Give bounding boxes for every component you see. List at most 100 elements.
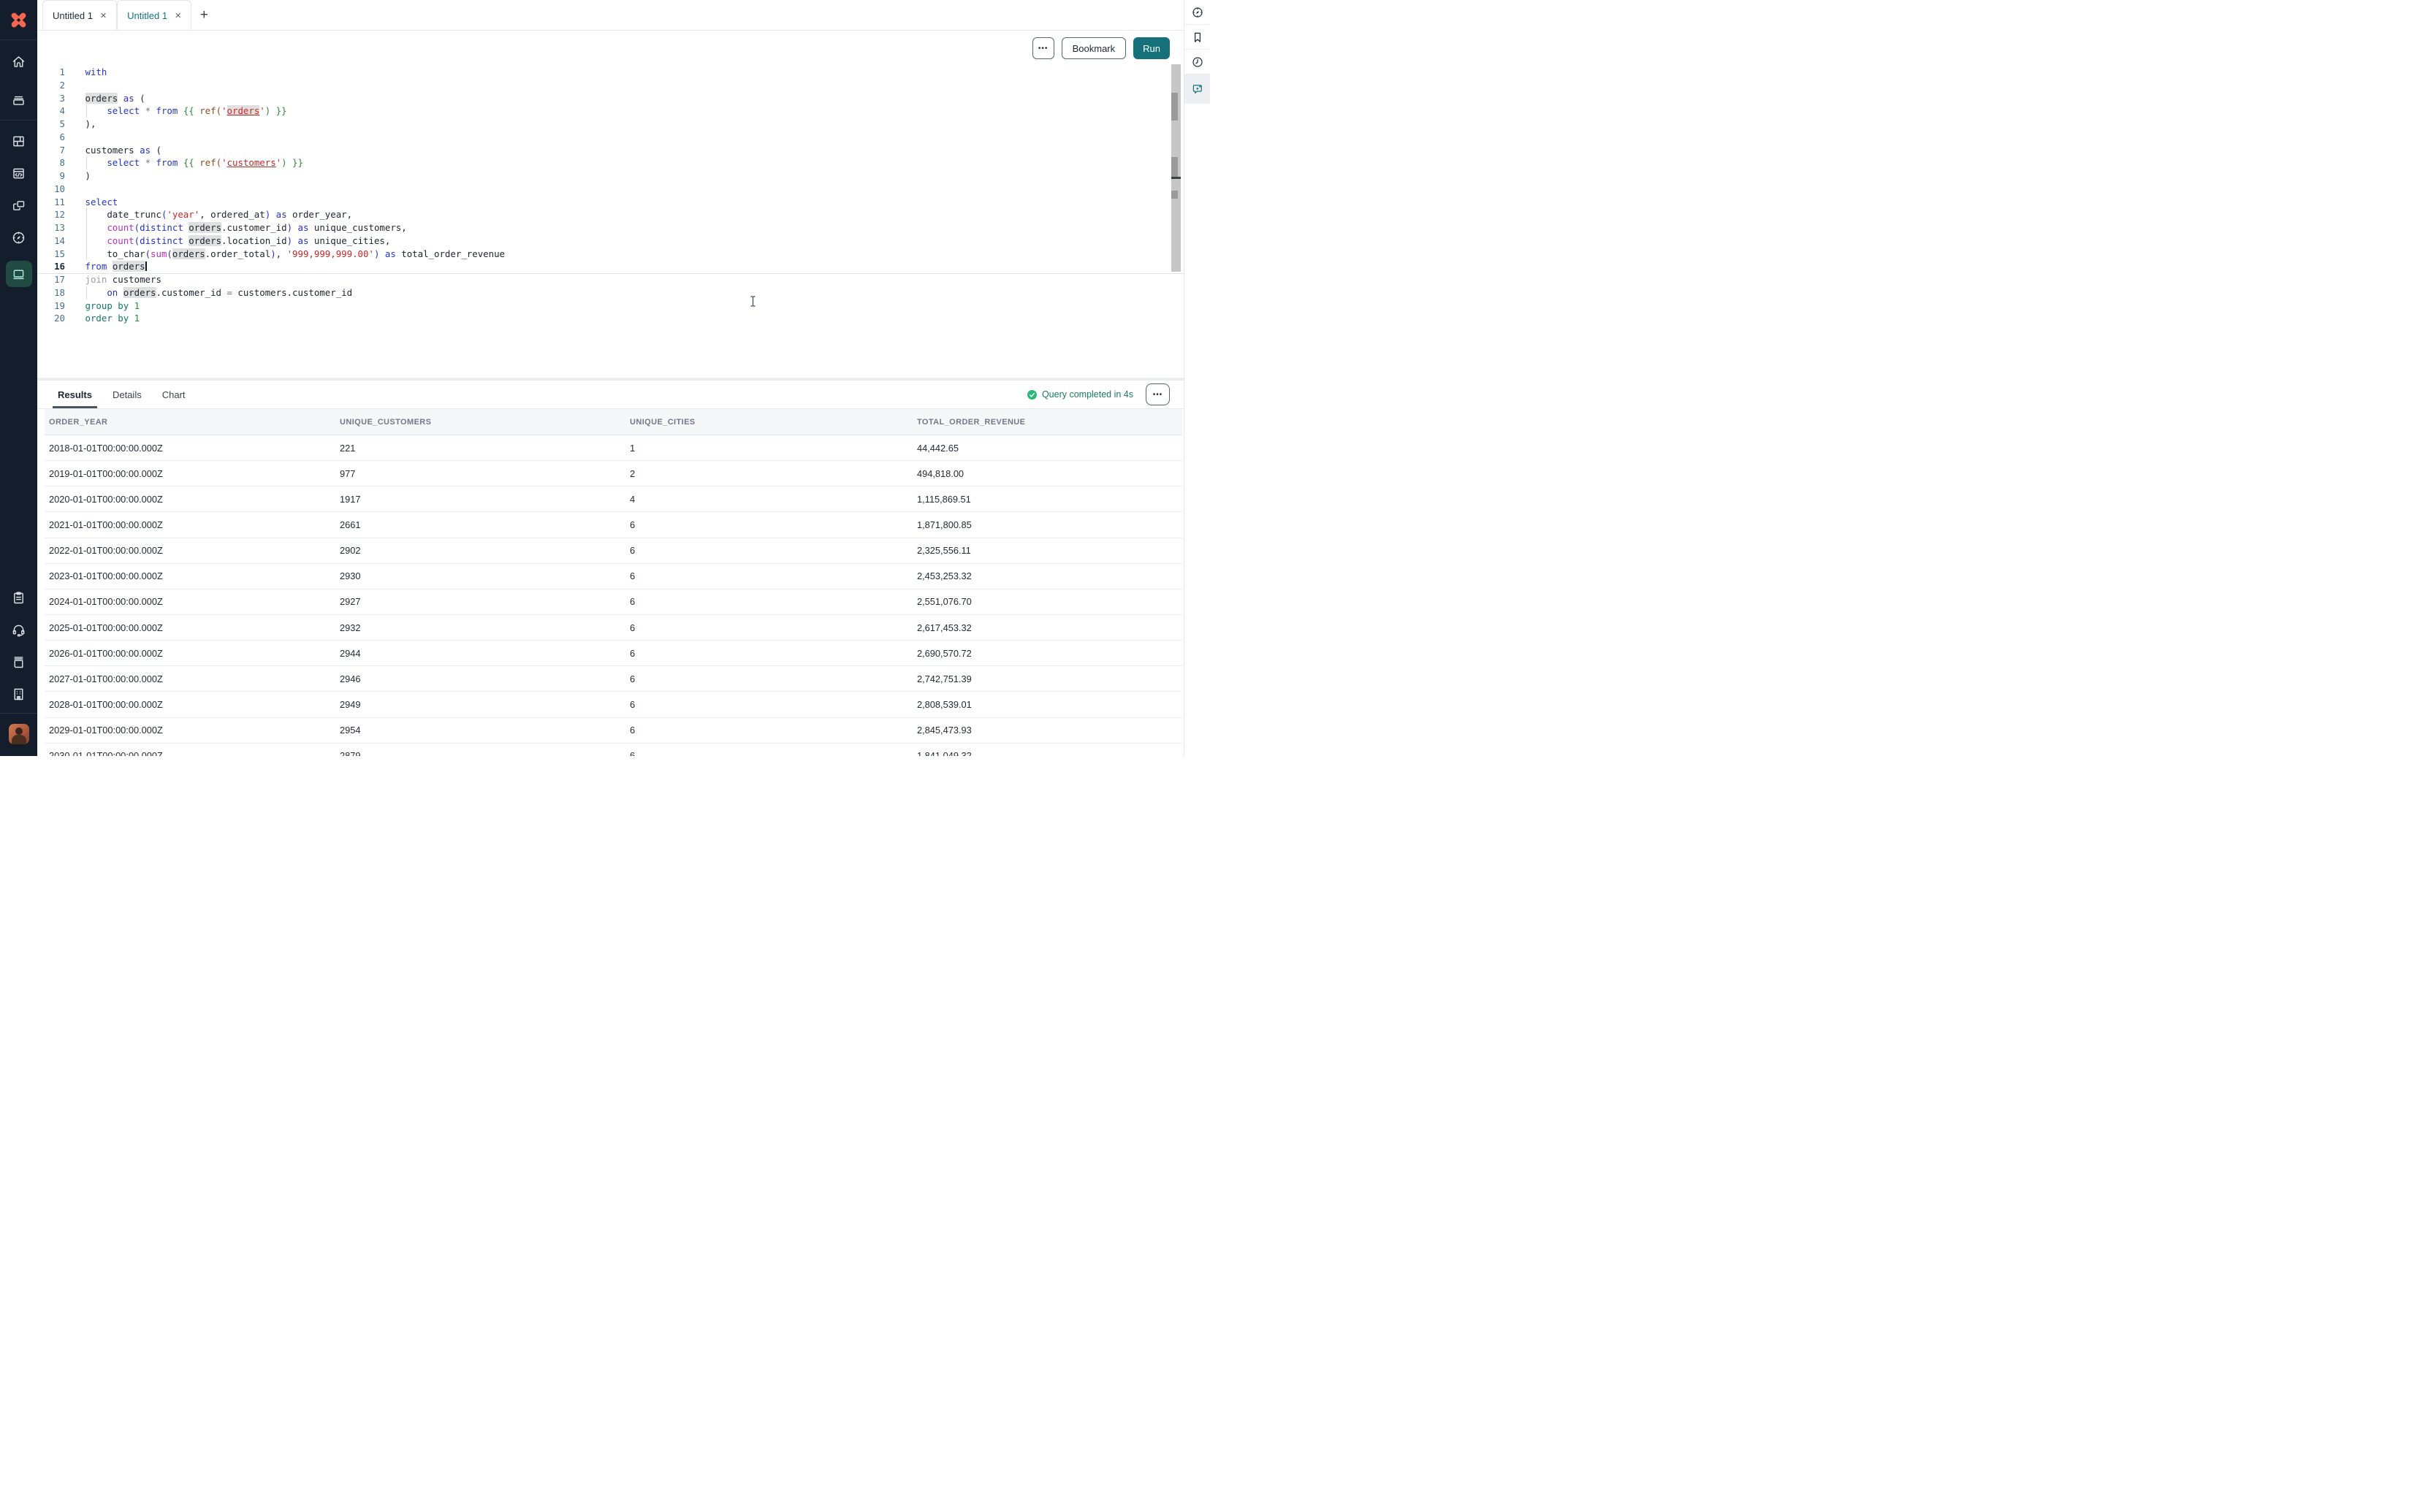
tab-results[interactable]: Results: [58, 381, 92, 408]
table-cell: 6: [625, 570, 913, 581]
close-icon[interactable]: ✕: [100, 11, 107, 20]
table-row[interactable]: 2021-01-01T00:00:00.000Z266161,871,800.8…: [45, 512, 1182, 538]
tab-label: Untitled 1: [127, 10, 167, 21]
table-row[interactable]: 2020-01-01T00:00:00.000Z191741,115,869.5…: [45, 486, 1182, 512]
table-row[interactable]: 2027-01-01T00:00:00.000Z294662,742,751.3…: [45, 666, 1182, 692]
code-line-20[interactable]: 20order by 1: [37, 312, 1184, 325]
code-line-14[interactable]: 14 count(distinct orders.location_id) as…: [37, 234, 1184, 248]
table-cell: 221: [335, 443, 625, 454]
table-row[interactable]: 2029-01-01T00:00:00.000Z295462,845,473.9…: [45, 718, 1182, 744]
bookmark-button[interactable]: Bookmark: [1062, 37, 1127, 59]
hex-logo[interactable]: [0, 0, 37, 40]
tab-untitled-2[interactable]: Untitled 1 ✕: [117, 0, 191, 30]
table-cell: 2025-01-01T00:00:00.000Z: [45, 622, 335, 633]
results-more-button[interactable]: •••: [1146, 383, 1170, 405]
table-cell: 2019-01-01T00:00:00.000Z: [45, 468, 335, 479]
code-line-3[interactable]: 3orders as (: [37, 92, 1184, 105]
left-sidebar: [0, 0, 37, 756]
ai-chat-sparkle-icon[interactable]: [1184, 75, 1210, 104]
table-cell: 2,453,253.32: [913, 570, 1182, 581]
run-button[interactable]: Run: [1133, 37, 1170, 59]
table-row[interactable]: 2025-01-01T00:00:00.000Z293262,617,453.3…: [45, 615, 1182, 641]
compass-icon[interactable]: [0, 221, 37, 253]
headset-support-icon[interactable]: [0, 614, 37, 646]
line-number: 16: [37, 260, 65, 273]
results-table: 2018-01-01T00:00:00.000Z221144,442.65201…: [45, 435, 1182, 756]
table-cell: 2,325,556.11: [913, 545, 1182, 556]
code-line-17[interactable]: 17join customers: [37, 273, 1184, 286]
line-number: 8: [37, 156, 65, 169]
window-tabbar: Untitled 1 ✕ Untitled 1 ✕ +: [37, 0, 1184, 31]
bookmark-icon[interactable]: [1184, 25, 1210, 50]
table-row[interactable]: 2028-01-01T00:00:00.000Z294962,808,539.0…: [45, 692, 1182, 717]
tab-details[interactable]: Details: [113, 381, 142, 408]
more-options-button[interactable]: •••: [1032, 37, 1054, 59]
column-header[interactable]: UNIQUE_CUSTOMERS: [335, 418, 625, 427]
right-sidebar: [1184, 0, 1210, 756]
column-header[interactable]: UNIQUE_CITIES: [625, 418, 913, 427]
table-cell: 2021-01-01T00:00:00.000Z: [45, 519, 335, 530]
line-number: 18: [37, 286, 65, 299]
compass-icon[interactable]: [1184, 0, 1210, 25]
code-line-15[interactable]: 15 to_char(sum(orders.order_total), '999…: [37, 248, 1184, 261]
docs-book-icon[interactable]: [0, 646, 37, 678]
user-avatar[interactable]: [0, 718, 37, 750]
code-line-5[interactable]: 5),: [37, 118, 1184, 131]
sql-editor[interactable]: 1with23orders as (4 select * from {{ ref…: [37, 66, 1184, 378]
projects-tray-icon[interactable]: [0, 83, 37, 115]
clipboard-icon[interactable]: [0, 581, 37, 614]
table-row[interactable]: 2019-01-01T00:00:00.000Z9772494,818.00: [45, 461, 1182, 486]
code-line-12[interactable]: 12 date_trunc('year', ordered_at) as ord…: [37, 208, 1184, 221]
tab-label: Untitled 1: [53, 10, 93, 21]
table-row[interactable]: 2022-01-01T00:00:00.000Z290262,325,556.1…: [45, 538, 1182, 564]
table-row[interactable]: 2018-01-01T00:00:00.000Z221144,442.65: [45, 435, 1182, 461]
line-number: 6: [37, 131, 65, 144]
tab-untitled-1[interactable]: Untitled 1 ✕: [42, 0, 117, 30]
code-line-7[interactable]: 7customers as (: [37, 144, 1184, 157]
table-cell: 1,115,869.51: [913, 494, 1182, 505]
code-line-2[interactable]: 2: [37, 79, 1184, 92]
code-line-13[interactable]: 13 count(distinct orders.customer_id) as…: [37, 221, 1184, 234]
table-row[interactable]: 2024-01-01T00:00:00.000Z292762,551,076.7…: [45, 589, 1182, 615]
table-row[interactable]: 2030-01-01T00:00:00.000Z287961,841,049.3…: [45, 744, 1182, 756]
main-area: Untitled 1 ✕ Untitled 1 ✕ + ••• Bookmark…: [37, 0, 1184, 756]
code-line-8[interactable]: 8 select * from {{ ref('customers') }}: [37, 156, 1184, 169]
table-cell: 2944: [335, 648, 625, 659]
table-row[interactable]: 2023-01-01T00:00:00.000Z293062,453,253.3…: [45, 564, 1182, 589]
home-icon[interactable]: [0, 45, 37, 77]
column-header[interactable]: TOTAL_ORDER_REVENUE: [913, 418, 1182, 427]
organization-building-icon[interactable]: [0, 678, 37, 710]
line-number: 5: [37, 118, 65, 131]
line-number: 2: [37, 79, 65, 92]
code-line-9[interactable]: 9): [37, 169, 1184, 183]
code-line-18[interactable]: 18 on orders.customer_id = customers.cus…: [37, 286, 1184, 299]
line-number: 1: [37, 66, 65, 79]
tab-chart[interactable]: Chart: [162, 381, 186, 408]
history-clock-icon[interactable]: [1184, 50, 1210, 75]
terminal-laptop-icon-active[interactable]: [0, 256, 37, 291]
code-line-19[interactable]: 19group by 1: [37, 299, 1184, 313]
line-number: 4: [37, 104, 65, 118]
column-header[interactable]: ORDER_YEAR: [45, 418, 335, 427]
table-cell: 2018-01-01T00:00:00.000Z: [45, 443, 335, 454]
code-line-4[interactable]: 4 select * from {{ ref('orders') }}: [37, 104, 1184, 118]
table-cell: 2: [625, 468, 913, 479]
table-row[interactable]: 2026-01-01T00:00:00.000Z294462,690,570.7…: [45, 641, 1182, 666]
code-line-16[interactable]: 16from orders: [37, 260, 1184, 273]
new-tab-button[interactable]: +: [191, 0, 216, 30]
code-line-1[interactable]: 1with: [37, 66, 1184, 79]
table-cell: 6: [625, 750, 913, 756]
line-number: 7: [37, 144, 65, 157]
code-line-10[interactable]: 10: [37, 183, 1184, 196]
code-line-6[interactable]: 6: [37, 131, 1184, 144]
table-cell: 2661: [335, 519, 625, 530]
code-line-11[interactable]: 11select: [37, 196, 1184, 209]
apps-grid-icon[interactable]: [0, 125, 37, 157]
editor-scrollbar[interactable]: [1171, 64, 1181, 272]
code-window-icon[interactable]: [0, 157, 37, 189]
table-cell: 1,841,049.32: [913, 750, 1182, 756]
table-cell: 977: [335, 468, 625, 479]
close-icon[interactable]: ✕: [175, 11, 181, 20]
table-cell: 2029-01-01T00:00:00.000Z: [45, 725, 335, 736]
multi-window-icon[interactable]: [0, 189, 37, 221]
